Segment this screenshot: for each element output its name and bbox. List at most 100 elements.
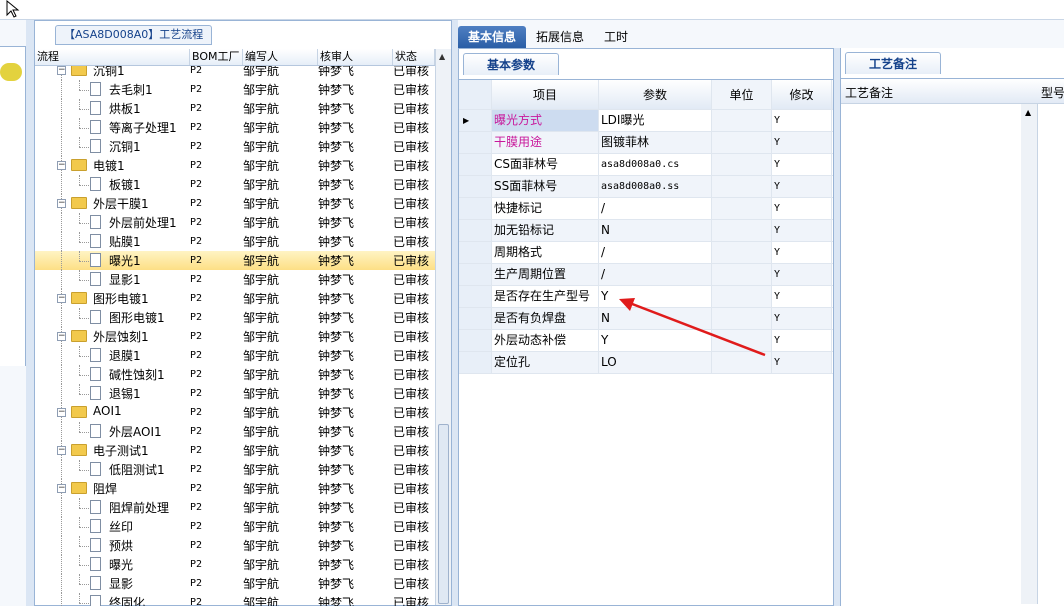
tree-row[interactable]: 外层前处理1 P2 邹宇航 钟梦飞 已审核 xyxy=(35,213,435,232)
tree-row[interactable]: 去毛刺1 P2 邹宇航 钟梦飞 已审核 xyxy=(35,80,435,99)
tree-node[interactable]: − 电镀1 xyxy=(35,156,190,175)
tree-node[interactable]: − 阻焊 xyxy=(35,479,190,498)
tree-node[interactable]: 低阻测试1 xyxy=(35,460,190,479)
tree-node[interactable]: 丝印 xyxy=(35,517,190,536)
column-header-reviewer[interactable]: 核审人 xyxy=(318,49,393,65)
param-value-cell[interactable]: Y xyxy=(599,286,712,307)
subtab-basic-params[interactable]: 基本参数 xyxy=(463,53,559,75)
message-bubble-icon[interactable] xyxy=(0,63,22,81)
tab-basic-info[interactable]: 基本信息 xyxy=(458,26,527,48)
tree-node[interactable]: 外层前处理1 xyxy=(35,213,190,232)
collapse-icon[interactable]: − xyxy=(57,408,66,417)
tree-row[interactable]: 贴膜1 P2 邹宇航 钟梦飞 已审核 xyxy=(35,232,435,251)
tree-row[interactable]: − 电镀1 P2 邹宇航 钟梦飞 已审核 xyxy=(35,156,435,175)
tree-node[interactable]: 等离子处理1 xyxy=(35,118,190,137)
collapse-icon[interactable]: − xyxy=(57,332,66,341)
row-header[interactable] xyxy=(459,220,492,241)
column-header-process[interactable]: 流程 xyxy=(35,49,190,65)
params-row[interactable]: SS面菲林号 asa8d008a0.ss Y xyxy=(459,176,833,198)
tree-scrollbar[interactable]: ▲ xyxy=(435,49,451,605)
tree-node[interactable]: 曝光 xyxy=(35,555,190,574)
column-header-status[interactable]: 状态 xyxy=(393,49,435,65)
tree-row[interactable]: − 外层蚀刻1 P2 邹宇航 钟梦飞 已审核 xyxy=(35,327,435,346)
row-header[interactable] xyxy=(459,352,492,373)
tree-node[interactable]: 外层AOI1 xyxy=(35,422,190,441)
tree-row[interactable]: 丝印 P2 邹宇航 钟梦飞 已审核 xyxy=(35,517,435,536)
tree-row[interactable]: 曝光1 P2 邹宇航 钟梦飞 已审核 xyxy=(35,251,435,270)
param-value-cell[interactable]: N xyxy=(599,308,712,329)
column-header-unit[interactable]: 单位 xyxy=(712,80,772,109)
tree-row[interactable]: 阻焊前处理 P2 邹宇航 钟梦飞 已审核 xyxy=(35,498,435,517)
scrollbar-thumb[interactable] xyxy=(438,424,449,604)
column-header-value[interactable]: 参数 xyxy=(599,80,712,109)
row-header[interactable] xyxy=(459,132,492,153)
params-row[interactable]: 干膜用途 图镀菲林 Y xyxy=(459,132,833,154)
row-header[interactable]: ▶ xyxy=(459,110,492,131)
scroll-up-icon[interactable]: ▲ xyxy=(439,52,445,61)
param-value-cell[interactable]: LO xyxy=(599,352,712,373)
params-row[interactable]: 外层动态补偿 Y Y xyxy=(459,330,833,352)
tree-node[interactable]: 阻焊前处理 xyxy=(35,498,190,517)
param-value-cell[interactable]: N xyxy=(599,220,712,241)
column-header-writer[interactable]: 编写人 xyxy=(243,49,318,65)
row-header[interactable] xyxy=(459,264,492,285)
collapse-icon[interactable]: − xyxy=(57,199,66,208)
tree-node[interactable]: − 沉铜1 xyxy=(35,66,190,80)
params-row[interactable]: 周期格式 / Y xyxy=(459,242,833,264)
tree-row[interactable]: − AOI1 P2 邹宇航 钟梦飞 已审核 xyxy=(35,403,435,422)
tree-node[interactable]: 预烘 xyxy=(35,536,190,555)
param-value-cell[interactable]: / xyxy=(599,242,712,263)
tree-row[interactable]: 烘板1 P2 邹宇航 钟梦飞 已审核 xyxy=(35,99,435,118)
params-row[interactable]: 是否有负焊盘 N Y xyxy=(459,308,833,330)
collapse-icon[interactable]: − xyxy=(57,161,66,170)
tree-node[interactable]: − 图形电镀1 xyxy=(35,289,190,308)
collapse-icon[interactable]: − xyxy=(57,484,66,493)
collapse-icon[interactable]: − xyxy=(57,446,66,455)
tree-row[interactable]: 退锡1 P2 邹宇航 钟梦飞 已审核 xyxy=(35,384,435,403)
collapse-icon[interactable]: − xyxy=(57,294,66,303)
tree-node[interactable]: 板镀1 xyxy=(35,175,190,194)
tree-row[interactable]: 碱性蚀刻1 P2 邹宇航 钟梦飞 已审核 xyxy=(35,365,435,384)
params-row[interactable]: CS面菲林号 asa8d008a0.cs Y xyxy=(459,154,833,176)
tree-node[interactable]: 曝光1 xyxy=(35,251,190,270)
param-value-cell[interactable]: asa8d008a0.ss xyxy=(599,176,712,197)
left-splitter[interactable] xyxy=(26,20,34,606)
params-row[interactable]: 定位孔 LO Y xyxy=(459,352,833,374)
tree-node[interactable]: 显影 xyxy=(35,574,190,593)
tree-row[interactable]: 外层AOI1 P2 邹宇航 钟梦飞 已审核 xyxy=(35,422,435,441)
column-header-model[interactable]: 型号 xyxy=(1041,84,1064,101)
tree-row[interactable]: 显影 P2 邹宇航 钟梦飞 已审核 xyxy=(35,574,435,593)
tree-node[interactable]: − 外层干膜1 xyxy=(35,194,190,213)
params-row[interactable]: 加无铅标记 N Y xyxy=(459,220,833,242)
column-header-remarks[interactable]: 工艺备注 xyxy=(845,84,893,101)
params-row[interactable]: ▶ 曝光方式 LDI曝光 Y xyxy=(459,110,833,132)
tree-node[interactable]: 退锡1 xyxy=(35,384,190,403)
column-header-bom[interactable]: BOM工厂 xyxy=(190,49,243,65)
tree-row[interactable]: − 阻焊 P2 邹宇航 钟梦飞 已审核 xyxy=(35,479,435,498)
tree-row[interactable]: 板镀1 P2 邹宇航 钟梦飞 已审核 xyxy=(35,175,435,194)
param-value-cell[interactable]: asa8d008a0.cs xyxy=(599,154,712,175)
tree-node[interactable]: 碱性蚀刻1 xyxy=(35,365,190,384)
remarks-scrollbar[interactable]: ▲ xyxy=(1021,104,1037,604)
tree-row[interactable]: 终固化 P2 邹宇航 钟梦飞 已审核 xyxy=(35,593,435,606)
params-row[interactable]: 是否存在生产型号 Y Y xyxy=(459,286,833,308)
row-header[interactable] xyxy=(459,198,492,219)
tab-extended-info[interactable]: 拓展信息 xyxy=(526,26,594,48)
column-header-item[interactable]: 项目 xyxy=(492,80,599,109)
param-value-cell[interactable]: / xyxy=(599,198,712,219)
scroll-up-icon[interactable]: ▲ xyxy=(1025,108,1031,117)
tree-node[interactable]: 退膜1 xyxy=(35,346,190,365)
tree-node[interactable]: 贴膜1 xyxy=(35,232,190,251)
tree-row[interactable]: 曝光 P2 邹宇航 钟梦飞 已审核 xyxy=(35,555,435,574)
tree-node[interactable]: 终固化 xyxy=(35,593,190,606)
row-header[interactable] xyxy=(459,286,492,307)
tree-row[interactable]: − 外层干膜1 P2 邹宇航 钟梦飞 已审核 xyxy=(35,194,435,213)
column-header-modify[interactable]: 修改 xyxy=(772,80,832,109)
tree-row[interactable]: 低阻测试1 P2 邹宇航 钟梦飞 已审核 xyxy=(35,460,435,479)
params-row[interactable]: 快捷标记 / Y xyxy=(459,198,833,220)
tree-node[interactable]: − 外层蚀刻1 xyxy=(35,327,190,346)
param-value-cell[interactable]: LDI曝光 xyxy=(599,110,712,131)
tree-row[interactable]: 等离子处理1 P2 邹宇航 钟梦飞 已审核 xyxy=(35,118,435,137)
tree-node[interactable]: 沉铜1 xyxy=(35,137,190,156)
tree-node[interactable]: 图形电镀1 xyxy=(35,308,190,327)
